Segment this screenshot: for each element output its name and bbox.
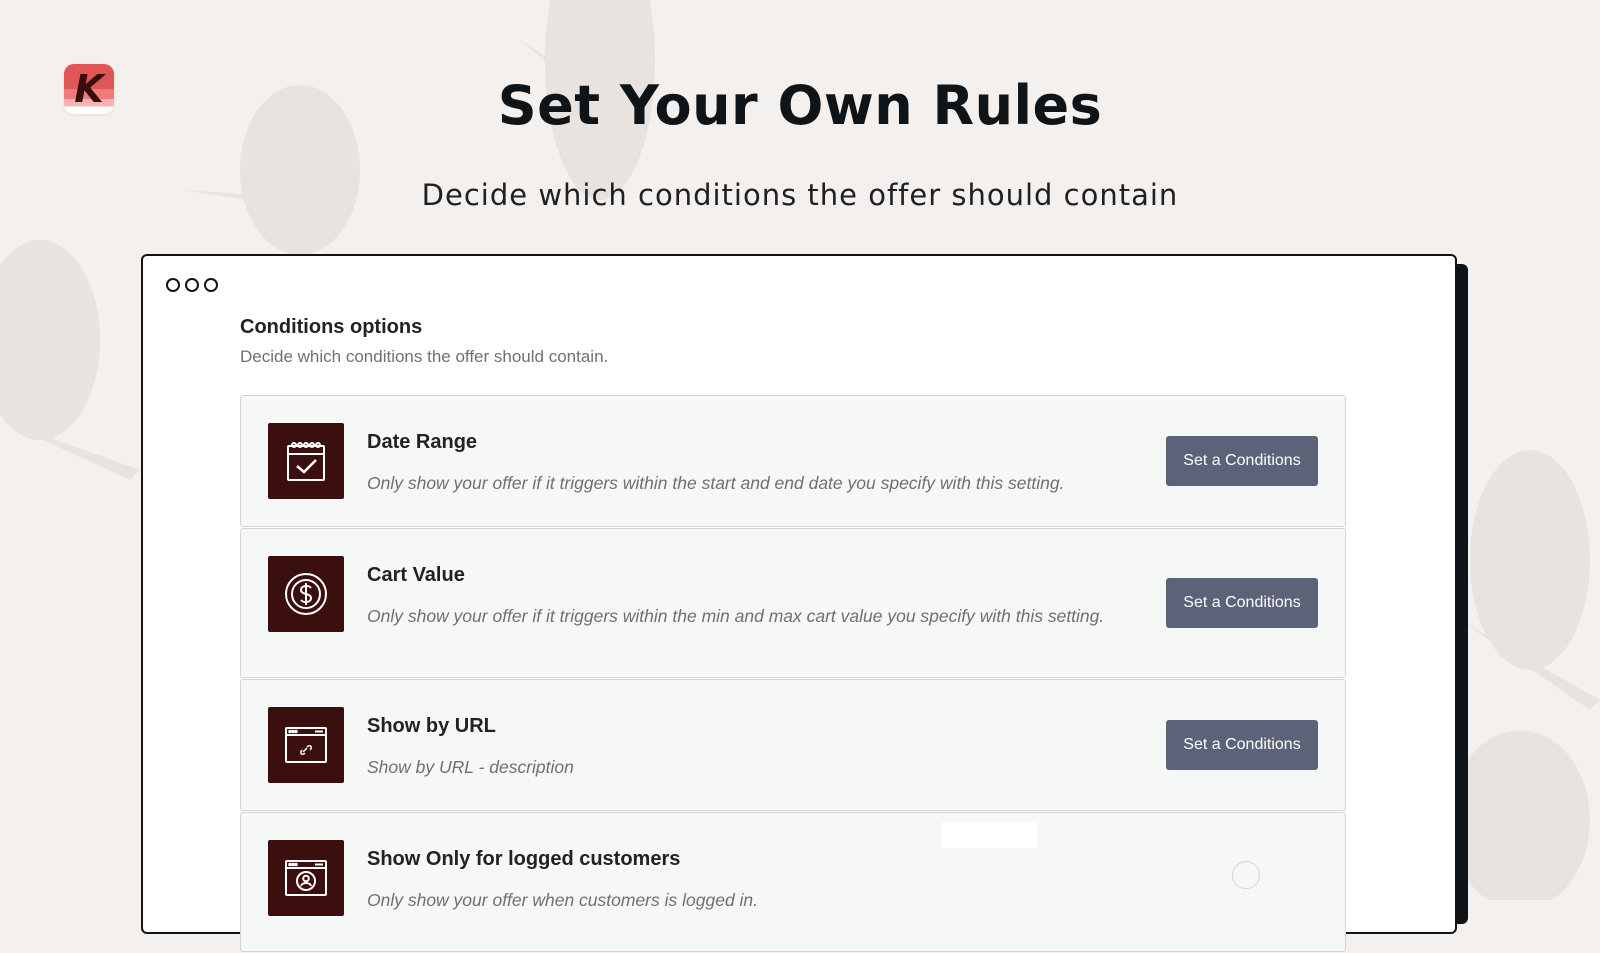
- loading-spinner-icon: [1232, 861, 1260, 889]
- window-dot-icon[interactable]: [166, 278, 180, 292]
- condition-title: Cart Value: [367, 564, 465, 586]
- conditions-list: Date Range Only show your offer if it tr…: [240, 395, 1346, 953]
- set-conditions-button[interactable]: Set a Conditions: [1166, 436, 1318, 486]
- calendar-check-icon: [268, 423, 344, 499]
- browser-link-icon: [268, 707, 344, 783]
- set-conditions-button[interactable]: Set a Conditions: [1166, 720, 1318, 770]
- condition-description: Only show your offer if it triggers with…: [367, 606, 1105, 626]
- condition-title: Date Range: [367, 431, 478, 453]
- dollar-circle-icon: [268, 556, 344, 632]
- conditions-section-title: Conditions options: [240, 316, 423, 338]
- conditions-section-description: Decide which conditions the offer should…: [240, 347, 609, 366]
- condition-description: Show by URL - description: [367, 757, 574, 777]
- condition-description: Only show your offer when customers is l…: [367, 890, 759, 910]
- page-subtitle: Decide which conditions the offer should…: [421, 178, 1179, 212]
- condition-title: Show by URL: [367, 715, 496, 737]
- window-dot-icon[interactable]: [185, 278, 199, 292]
- browser-user-icon: [268, 840, 344, 916]
- page-title: Set Your Own Rules: [497, 74, 1103, 137]
- condition-description: Only show your offer if it triggers with…: [367, 473, 1065, 493]
- condition-item-logged-customers: Show Only for logged customers Only show…: [240, 812, 1346, 952]
- window-dot-icon[interactable]: [204, 278, 218, 292]
- condition-item-show-by-url: Show by URL Show by URL - description Se…: [240, 679, 1346, 811]
- set-conditions-button[interactable]: Set a Conditions: [1166, 578, 1318, 628]
- loading-placeholder: [941, 822, 1037, 848]
- condition-item-cart-value: Cart Value Only show your offer if it tr…: [240, 528, 1346, 678]
- condition-item-date-range: Date Range Only show your offer if it tr…: [240, 395, 1346, 527]
- window-controls: [166, 278, 218, 292]
- browser-window: Conditions options Decide which conditio…: [141, 254, 1457, 952]
- condition-title: Show Only for logged customers: [367, 848, 681, 870]
